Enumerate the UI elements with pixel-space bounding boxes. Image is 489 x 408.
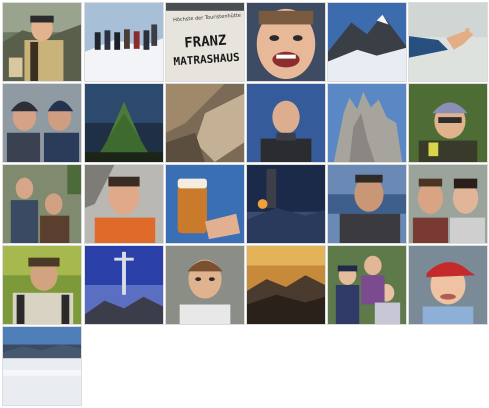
thumbnail-image <box>328 84 406 162</box>
thumbnail-hand-and-sky[interactable] <box>408 2 488 82</box>
thumbnail-man-by-lake[interactable] <box>327 164 407 244</box>
thumbnail-summit-tower-night[interactable] <box>246 164 326 244</box>
thumbnail-image <box>166 246 244 324</box>
thumbnail-image <box>247 3 325 81</box>
thumbnail-hiker-with-cap[interactable] <box>2 245 82 325</box>
thumbnail-two-climbers-helmets[interactable] <box>2 83 82 163</box>
thumbnail-summit-cross-blue[interactable] <box>84 245 164 325</box>
thumbnail-man-on-rocks[interactable] <box>84 164 164 244</box>
thumbnail-image <box>247 84 325 162</box>
thumbnail-child-red-cap[interactable] <box>408 245 488 325</box>
thumbnail-image <box>85 3 163 81</box>
thumbnail-image <box>3 327 81 405</box>
thumbnail-image <box>85 246 163 324</box>
thumbnail-image <box>328 246 406 324</box>
thumbnail-sunset-mountains[interactable] <box>246 245 326 325</box>
thumbnail-hikers-on-snow[interactable] <box>84 2 164 82</box>
thumbnail-image <box>85 165 163 243</box>
thumbnail-laughing-face[interactable] <box>246 2 326 82</box>
thumbnail-rock-slabs[interactable] <box>165 83 245 163</box>
thumbnail-image <box>328 165 406 243</box>
thumbnail-image <box>247 165 325 243</box>
thumbnail-hut-sign[interactable]: Höchste der Touristenhütte FRANZ MATRASH… <box>165 2 245 82</box>
thumbnail-image <box>328 3 406 81</box>
sign-text: FRANZ MATRASHAUS <box>169 31 243 72</box>
thumbnail-image <box>85 84 163 162</box>
thumbnail-bald-man-portrait[interactable] <box>246 83 326 163</box>
photo-gallery: Höchste der Touristenhütte FRANZ MATRASH… <box>0 0 489 408</box>
thumbnail-image <box>409 3 487 81</box>
thumbnail-image <box>166 165 244 243</box>
thumbnail-image <box>166 84 244 162</box>
thumbnail-snowy-peak[interactable] <box>327 2 407 82</box>
thumbnail-rock-towers[interactable] <box>327 83 407 163</box>
thumbnail-image <box>3 3 81 81</box>
thumbnail-couple-smiling[interactable] <box>408 164 488 244</box>
thumbnail-person-with-cap[interactable] <box>2 2 82 82</box>
thumbnail-image <box>3 165 81 243</box>
thumbnail-children-group[interactable] <box>327 245 407 325</box>
thumbnail-man-with-bandana[interactable] <box>408 83 488 163</box>
thumbnail-pine-tree-night[interactable] <box>84 83 164 163</box>
thumbnail-image <box>409 165 487 243</box>
thumbnail-image <box>3 246 81 324</box>
thumbnail-image <box>247 246 325 324</box>
thumbnail-sea-of-fog[interactable] <box>2 326 82 406</box>
thumbnail-image <box>3 84 81 162</box>
thumbnail-image <box>409 84 487 162</box>
thumbnail-two-hikers-packs[interactable] <box>2 164 82 244</box>
thumbnail-beer-glass-toast[interactable] <box>165 164 245 244</box>
thumbnail-image <box>409 246 487 324</box>
thumbnail-boy-portrait[interactable] <box>165 245 245 325</box>
